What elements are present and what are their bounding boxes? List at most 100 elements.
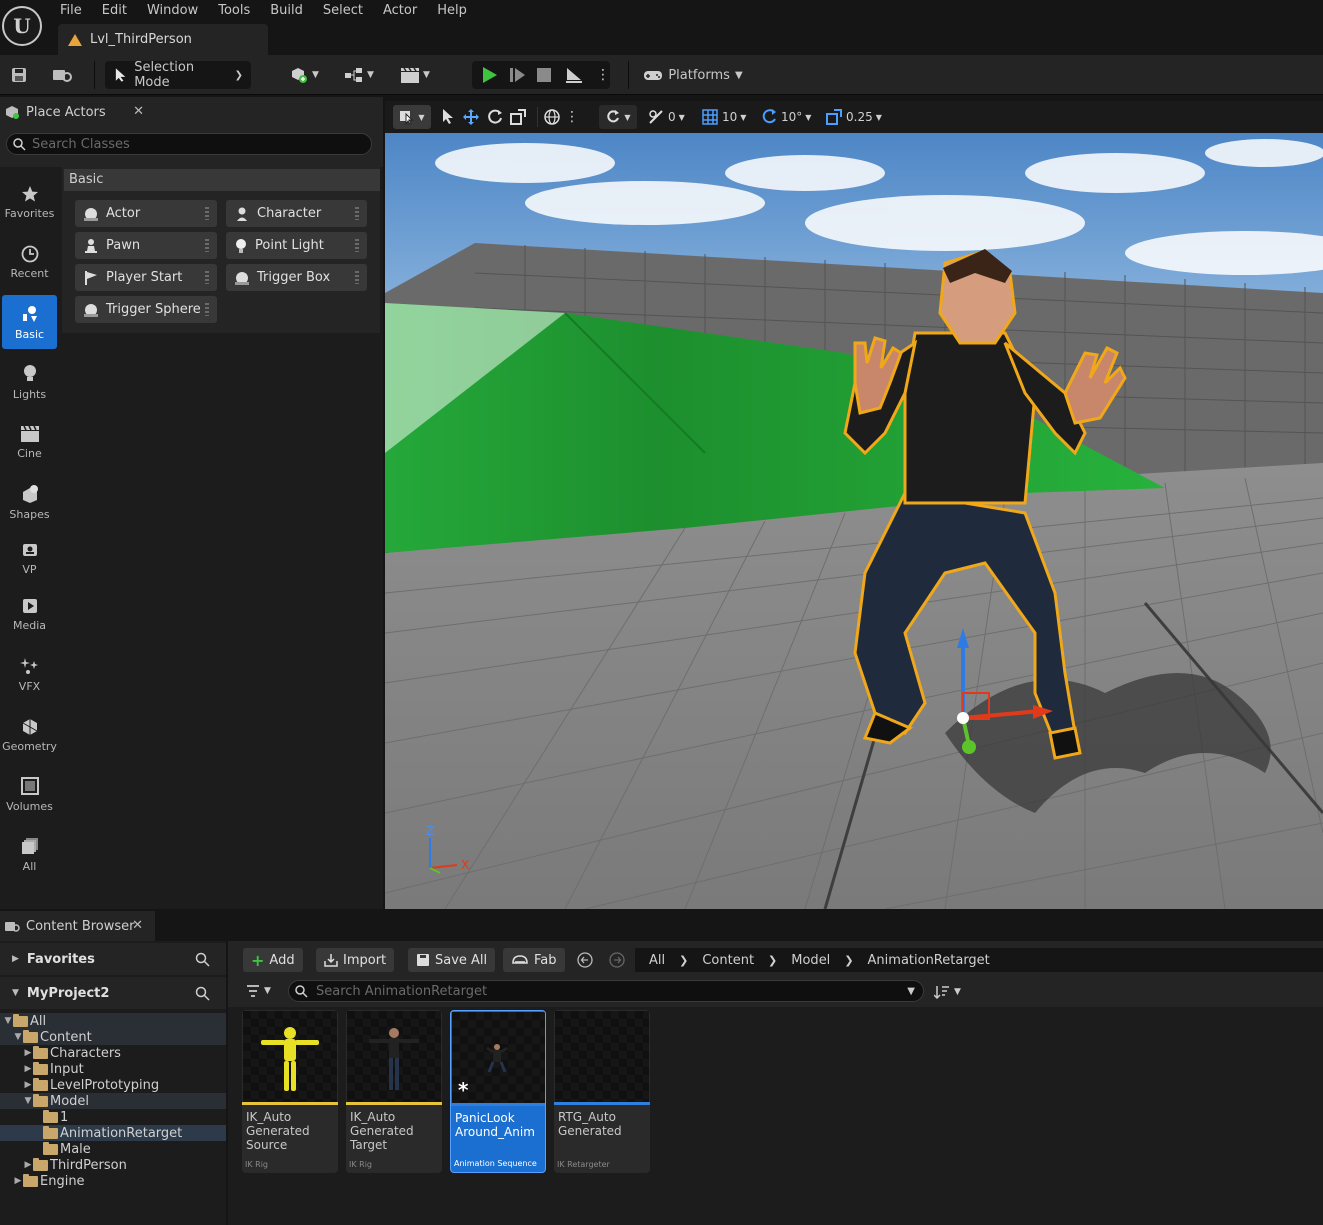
chevron-right-icon[interactable]: ▶ — [13, 1176, 23, 1186]
menu-build[interactable]: Build — [260, 2, 313, 22]
scale-snap-dropdown[interactable]: 0.25 ▼ — [825, 107, 882, 127]
tree-folder[interactable]: ▶ Characters — [0, 1045, 226, 1061]
actor-item-character[interactable]: Character — [226, 200, 367, 227]
viewport-selection-tool[interactable]: ▼ — [393, 105, 431, 129]
viewport-scene[interactable]: Z X — [385, 133, 1323, 909]
category-shapes[interactable]: Shapes — [2, 475, 57, 529]
rotate-icon[interactable] — [486, 107, 504, 127]
play-icon[interactable] — [480, 66, 498, 84]
search-icon[interactable] — [195, 952, 210, 967]
search-icon[interactable] — [195, 986, 210, 1001]
category-volumes[interactable]: Volumes — [2, 767, 57, 821]
step-icon[interactable] — [508, 66, 526, 84]
save-all-button[interactable]: Save All — [408, 948, 496, 972]
chevron-right-icon[interactable]: ▶ — [23, 1048, 33, 1058]
asset-tile[interactable]: RTG_Auto Generated IK Retargeter — [554, 1010, 650, 1173]
drag-handle-icon[interactable] — [355, 239, 359, 252]
tree-folder[interactable]: ▼ Model — [0, 1093, 226, 1109]
filter-dropdown[interactable]: ▼ — [246, 985, 271, 997]
menu-edit[interactable]: Edit — [92, 2, 137, 22]
tree-folder[interactable]: 1 — [0, 1109, 226, 1125]
chevron-right-icon[interactable]: ❯ — [768, 954, 777, 967]
category-vfx[interactable]: VFX — [2, 647, 57, 701]
chevron-down-icon[interactable]: ▼ — [23, 1096, 33, 1106]
chevron-right-icon[interactable]: ▶ — [23, 1080, 33, 1090]
breadcrumb-item[interactable]: All — [649, 953, 665, 968]
translate-icon[interactable] — [462, 107, 480, 127]
actor-item-pawn[interactable]: Pawn — [75, 232, 217, 259]
content-browser-tab[interactable]: Content Browser ✕ — [0, 911, 155, 941]
select-icon[interactable] — [441, 107, 455, 127]
favorites-section[interactable]: ▶ Favorites — [0, 943, 226, 975]
asset-tile-selected[interactable]: * PanicLook Around_Anim Animation Sequen… — [450, 1010, 546, 1173]
drag-handle-icon[interactable] — [205, 207, 209, 220]
tree-folder[interactable]: ▼ Content — [0, 1029, 226, 1045]
sort-dropdown[interactable]: ▼ — [934, 985, 961, 999]
eject-icon[interactable] — [564, 66, 584, 84]
blueprints-button[interactable]: ▼ — [340, 61, 378, 89]
forward-arrow-icon[interactable] — [609, 952, 625, 968]
drag-handle-icon[interactable] — [205, 271, 209, 284]
tree-folder[interactable]: AnimationRetarget — [0, 1125, 226, 1141]
chevron-right-icon[interactable]: ▶ — [23, 1160, 33, 1170]
asset-search-input[interactable]: Search AnimationRetarget ▼ — [288, 980, 924, 1002]
more-options-icon[interactable]: ⋮ — [596, 68, 610, 82]
category-basic[interactable]: Basic — [2, 295, 57, 349]
category-cine[interactable]: Cine — [2, 415, 57, 469]
close-icon[interactable]: ✕ — [132, 918, 143, 933]
level-viewport[interactable]: ▼ ⋮ ▼ 0 ▼ 10 ▼ 10° ▼ 0.25 ▼ Z X — [385, 101, 1323, 909]
category-all[interactable]: All — [2, 827, 57, 881]
breadcrumb-item[interactable]: Model — [791, 953, 830, 968]
menu-select[interactable]: Select — [313, 2, 373, 22]
menu-file[interactable]: File — [50, 2, 92, 22]
category-vp[interactable]: VP — [2, 531, 57, 585]
fab-button[interactable]: Fab — [503, 948, 565, 972]
drag-handle-icon[interactable] — [205, 239, 209, 252]
tree-folder[interactable]: ▼ All — [0, 1013, 226, 1029]
breadcrumb-item[interactable]: AnimationRetarget — [868, 953, 990, 968]
save-icon[interactable] — [8, 61, 30, 89]
stop-icon[interactable] — [536, 67, 552, 83]
cinematics-button[interactable]: ▼ — [396, 61, 434, 89]
surface-snapping-button[interactable]: ▼ — [599, 105, 637, 129]
chevron-down-icon[interactable]: ▼ — [3, 1016, 13, 1026]
close-icon[interactable]: ✕ — [133, 104, 144, 119]
browse-content-icon[interactable] — [50, 61, 76, 89]
import-button[interactable]: Import — [316, 948, 395, 972]
menu-help[interactable]: Help — [427, 2, 477, 22]
add-button[interactable]: + Add — [243, 948, 303, 972]
platforms-dropdown[interactable]: Platforms ▼ — [640, 61, 746, 89]
asset-tile[interactable]: IK_Auto Generated Source IK Rig — [242, 1010, 338, 1173]
search-classes-input[interactable]: Search Classes — [6, 133, 372, 155]
chevron-right-icon[interactable]: ❯ — [844, 954, 853, 967]
add-actor-button[interactable]: ▼ — [285, 61, 323, 89]
breadcrumb-item[interactable]: Content — [702, 953, 754, 968]
menu-window[interactable]: Window — [137, 2, 208, 22]
chevron-down-icon[interactable]: ▼ — [13, 1032, 23, 1042]
actor-item-trigger-sphere[interactable]: Trigger Sphere — [75, 296, 217, 323]
rotation-snap-toggle[interactable]: 0 ▼ — [647, 107, 685, 127]
back-arrow-icon[interactable] — [577, 952, 593, 968]
more-options-icon[interactable]: ⋮ — [565, 107, 579, 127]
category-recent[interactable]: Recent — [2, 235, 57, 289]
grid-snap-dropdown[interactable]: 10 ▼ — [701, 107, 746, 127]
globe-icon[interactable] — [543, 107, 561, 127]
tree-folder[interactable]: ▶ Engine — [0, 1173, 226, 1189]
actor-item-trigger-box[interactable]: Trigger Box — [226, 264, 367, 291]
chevron-down-icon[interactable]: ▼ — [907, 986, 915, 997]
drag-handle-icon[interactable] — [205, 303, 209, 316]
project-section[interactable]: ▼ MyProject2 — [0, 977, 226, 1009]
category-lights[interactable]: Lights — [2, 355, 57, 409]
rotation-snap-dropdown[interactable]: 10° ▼ — [760, 107, 811, 127]
tree-folder[interactable]: ▶ LevelPrototyping — [0, 1077, 226, 1093]
menu-actor[interactable]: Actor — [373, 2, 427, 22]
asset-tile[interactable]: IK_Auto Generated Target IK Rig — [346, 1010, 442, 1173]
scale-icon[interactable] — [509, 107, 527, 127]
tree-folder[interactable]: ▶ ThirdPerson — [0, 1157, 226, 1173]
drag-handle-icon[interactable] — [355, 207, 359, 220]
unreal-logo-icon[interactable]: U — [2, 6, 42, 46]
actor-item-actor[interactable]: Actor — [75, 200, 217, 227]
chevron-right-icon[interactable]: ❯ — [679, 954, 688, 967]
menu-tools[interactable]: Tools — [208, 2, 260, 22]
chevron-right-icon[interactable]: ▶ — [23, 1064, 33, 1074]
